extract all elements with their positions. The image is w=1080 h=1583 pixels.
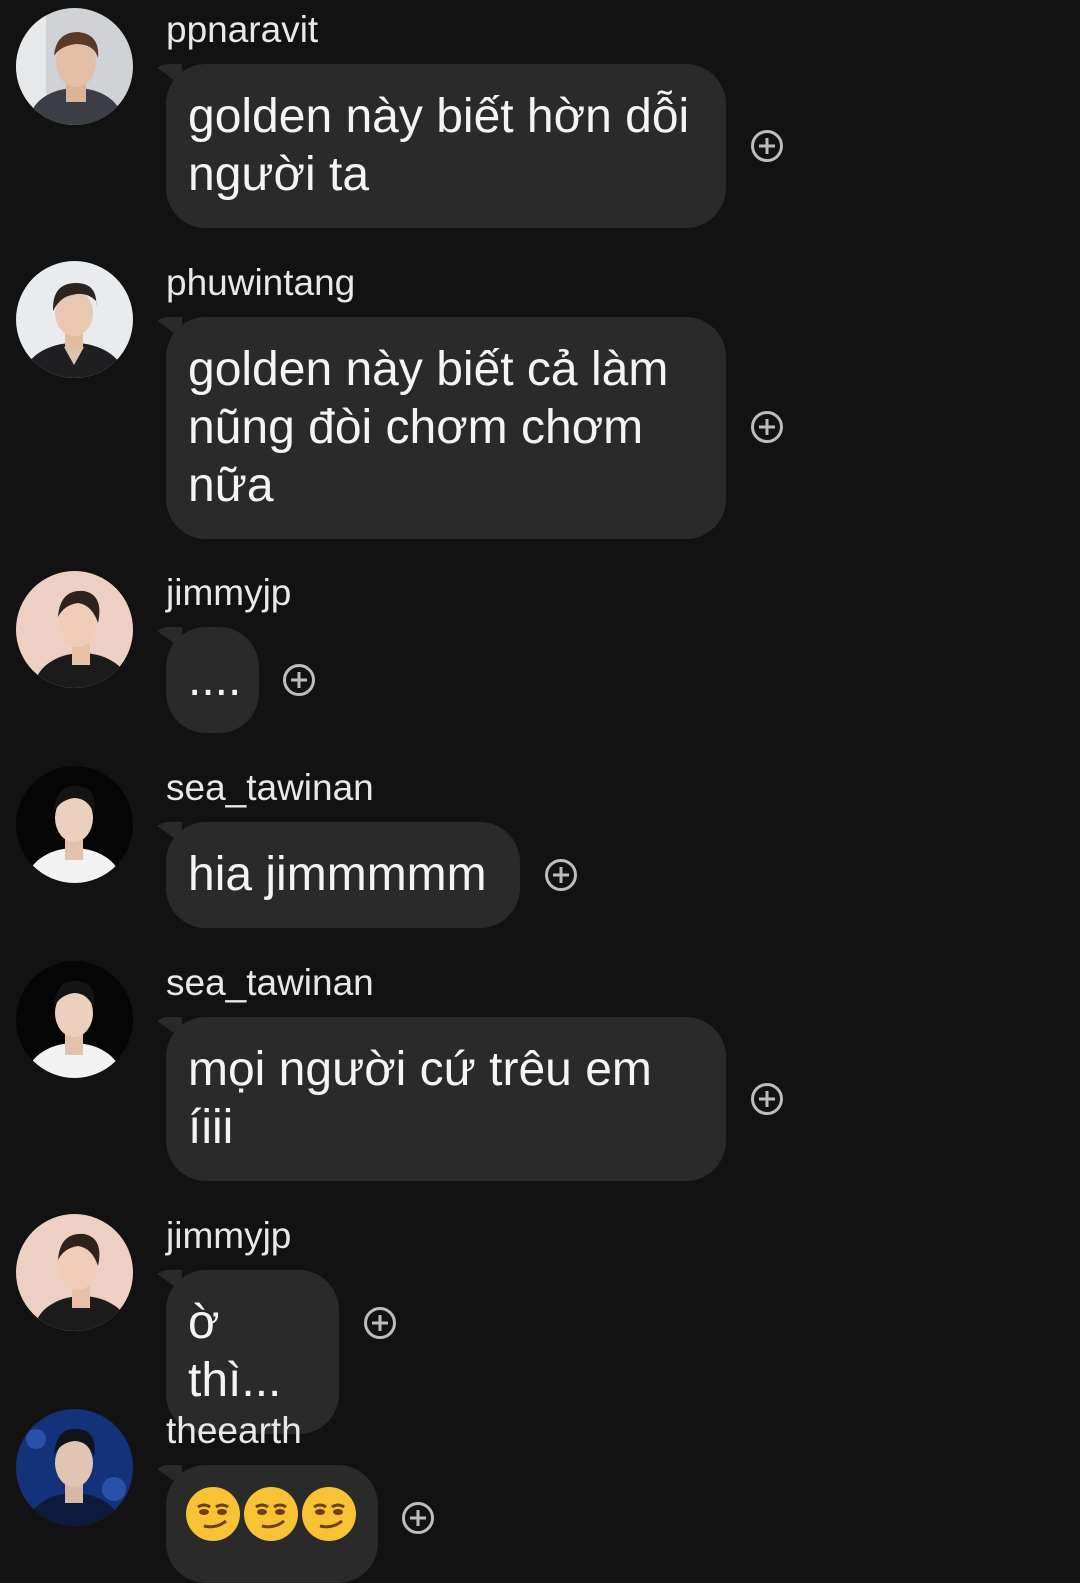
emoji-row xyxy=(184,1485,360,1543)
message-text: hia jimmmmm xyxy=(188,848,487,901)
avatar-phuwintang-image xyxy=(16,261,133,378)
username[interactable]: ppnaravit xyxy=(166,8,318,52)
message-bubble[interactable]: hia jimmmmm xyxy=(166,822,520,928)
chat-thread: ppnaravit golden này biết hờn dỗi người … xyxy=(0,0,1080,1583)
message-text: .... xyxy=(188,653,242,706)
smirking-face-icon xyxy=(302,1487,356,1541)
message-text: mọi người cứ trêu em íiii xyxy=(188,1043,652,1154)
avatar-sea_tawinan-image xyxy=(16,766,133,883)
add-reaction-icon[interactable] xyxy=(751,130,783,162)
message-bubble[interactable]: .... xyxy=(166,627,259,733)
username[interactable]: theearth xyxy=(166,1409,302,1453)
username[interactable]: sea_tawinan xyxy=(166,766,374,810)
add-reaction-icon[interactable] xyxy=(751,1083,783,1115)
add-reaction-icon[interactable] xyxy=(364,1307,396,1339)
avatar-ppnaravit-image xyxy=(16,8,133,125)
avatar[interactable] xyxy=(16,571,133,688)
message-bubble[interactable]: mọi người cứ trêu em íiii xyxy=(166,1017,726,1181)
avatar-jimmyjp-image xyxy=(16,1214,133,1331)
username[interactable]: phuwintang xyxy=(166,261,355,305)
add-reaction-icon[interactable] xyxy=(751,411,783,443)
avatar-sea_tawinan-image xyxy=(16,961,133,1078)
username[interactable]: jimmyjp xyxy=(166,571,291,615)
add-reaction-icon[interactable] xyxy=(283,664,315,696)
username[interactable]: jimmyjp xyxy=(166,1214,291,1258)
avatar[interactable] xyxy=(16,1214,133,1331)
message-text: golden này biết cả làm nũng đòi chơm chơ… xyxy=(188,343,669,512)
avatar-theearth-image xyxy=(16,1409,133,1526)
add-reaction-icon[interactable] xyxy=(402,1502,434,1534)
message-text: golden này biết hờn dỗi người ta xyxy=(188,90,690,201)
avatar[interactable] xyxy=(16,766,133,883)
avatar[interactable] xyxy=(16,1409,133,1526)
message-bubble[interactable] xyxy=(166,1465,378,1583)
add-reaction-icon[interactable] xyxy=(545,859,577,891)
avatar-jimmyjp-image xyxy=(16,571,133,688)
message-bubble[interactable]: golden này biết hờn dỗi người ta xyxy=(166,64,726,228)
message-text: ờ thì... xyxy=(188,1296,282,1407)
avatar[interactable] xyxy=(16,961,133,1078)
message-bubble[interactable]: golden này biết cả làm nũng đòi chơm chơ… xyxy=(166,317,726,539)
smirking-face-icon xyxy=(186,1487,240,1541)
avatar[interactable] xyxy=(16,261,133,378)
username[interactable]: sea_tawinan xyxy=(166,961,374,1005)
smirking-face-icon xyxy=(244,1487,298,1541)
avatar[interactable] xyxy=(16,8,133,125)
